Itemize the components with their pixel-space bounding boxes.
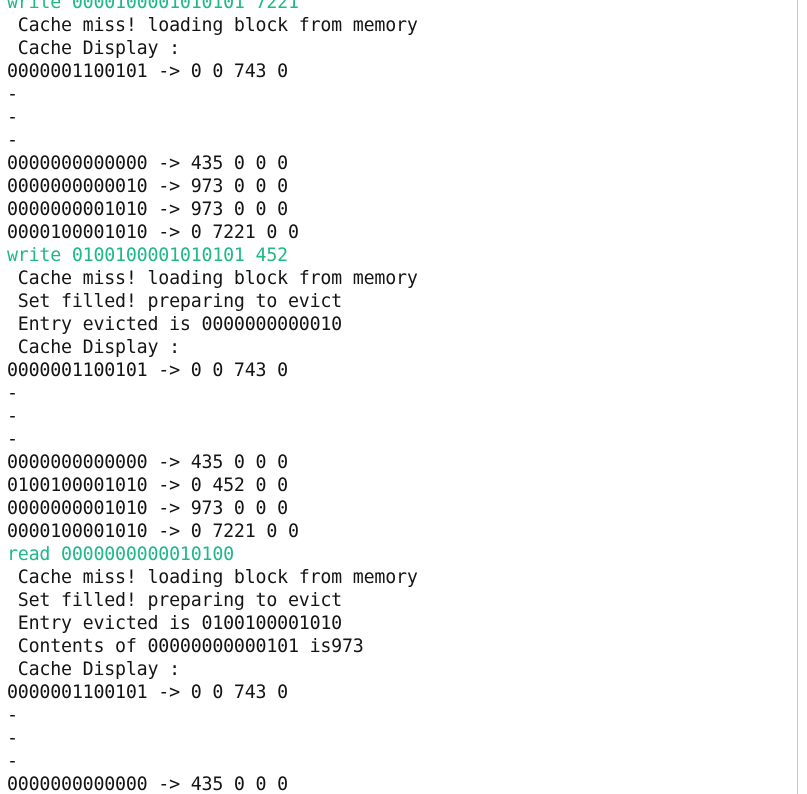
console-line: Entry evicted is 0000000000010 [7,314,342,335]
console-line: - [7,406,18,427]
console-line: write 0100100001010101 452 [7,245,288,266]
console-line: - [7,429,18,450]
console-output[interactable]: write 0000100001010101 7221 Cache miss! … [0,0,798,794]
console-line: Contents of 00000000000101 is973 [7,636,364,657]
console-line: - [7,705,18,726]
console-line: 0000000001010 -> 973 0 0 0 [7,498,288,519]
console-line: 0000001100101 -> 0 0 743 0 [7,61,288,82]
console-line: 0100100001010 -> 0 452 0 0 [7,475,288,496]
console-line: Cache miss! loading block from memory [7,268,418,289]
console-line: - [7,107,18,128]
console-line: Cache miss! loading block from memory [7,567,418,588]
console-line: 0000000000000 -> 435 0 0 0 [7,153,288,174]
console-line: - [7,130,18,151]
console-line: read 0000000000010100 [7,544,234,565]
console-line: - [7,84,18,105]
console-line: 0000000000000 -> 435 0 0 0 [7,452,288,473]
console-line: 0000000000010 -> 973 0 0 0 [7,176,288,197]
console-line: 0000100001010 -> 0 7221 0 0 [7,521,299,542]
console-line: - [7,383,18,404]
console-line: 0000000000000 -> 435 0 0 0 [7,774,288,794]
console-line: Cache Display : [7,38,180,59]
console-line: 0000000001010 -> 973 0 0 0 [7,199,288,220]
console-line: 0000100001010 -> 0 7221 0 0 [7,222,299,243]
console-line: Cache miss! loading block from memory [7,15,418,36]
console-line: Set filled! preparing to evict [7,291,342,312]
console-line: 0000001100101 -> 0 0 743 0 [7,682,288,703]
console-line: 0000001100101 -> 0 0 743 0 [7,360,288,381]
console-line: write 0000100001010101 7221 [7,0,299,13]
console-line: Cache Display : [7,659,180,680]
console-line: - [7,728,18,749]
console-line: Set filled! preparing to evict [7,590,342,611]
console-line: Entry evicted is 0100100001010 [7,613,342,634]
console-line: - [7,751,18,772]
console-line: Cache Display : [7,337,180,358]
